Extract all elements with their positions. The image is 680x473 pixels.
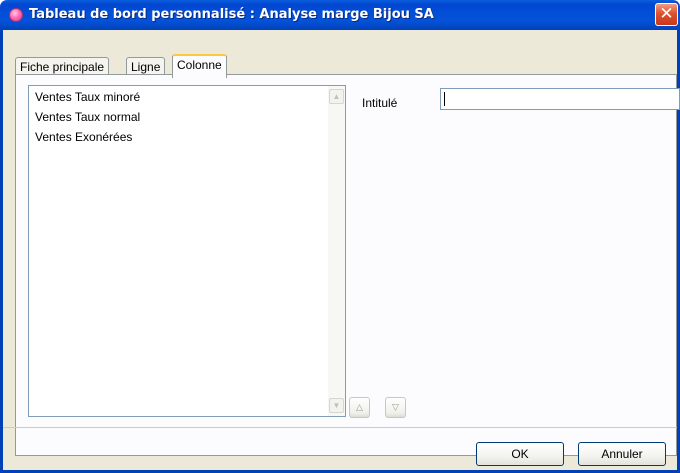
list-item[interactable]: Ventes Taux normal [35, 110, 140, 124]
scroll-up-icon[interactable]: ▲ [329, 89, 344, 104]
triangle-up-icon: △ [356, 402, 363, 412]
dialog-body: Fiche principale Ligne Colonne Ventes Ta… [0, 30, 680, 473]
columns-listbox[interactable]: Ventes Taux minoré Ventes Taux normal Ve… [28, 85, 346, 417]
list-item[interactable]: Ventes Exonérées [35, 130, 132, 144]
text-caret [444, 92, 445, 106]
app-icon [9, 8, 23, 22]
move-up-button[interactable]: △ [349, 397, 370, 418]
intitule-label: Intitulé [362, 96, 398, 110]
footer-divider [3, 427, 677, 428]
ok-button[interactable]: OK [476, 442, 564, 466]
intitule-input[interactable] [440, 88, 680, 110]
title-bar[interactable]: Tableau de bord personnalisé : Analyse m… [0, 0, 680, 30]
window-title: Tableau de bord personnalisé : Analyse m… [29, 7, 434, 22]
list-item[interactable]: Ventes Taux minoré [35, 90, 140, 104]
scroll-down-icon[interactable]: ▼ [329, 398, 344, 413]
list-scrollbar[interactable]: ▲ ▼ [328, 86, 345, 416]
move-down-button[interactable]: ▽ [385, 397, 406, 418]
cancel-button[interactable]: Annuler [578, 442, 666, 466]
tab-colonne[interactable]: Colonne [172, 54, 227, 78]
tab-panel-colonne: Ventes Taux minoré Ventes Taux normal Ve… [15, 74, 680, 456]
close-icon[interactable]: ✕ [655, 3, 678, 26]
triangle-down-icon: ▽ [392, 402, 399, 412]
